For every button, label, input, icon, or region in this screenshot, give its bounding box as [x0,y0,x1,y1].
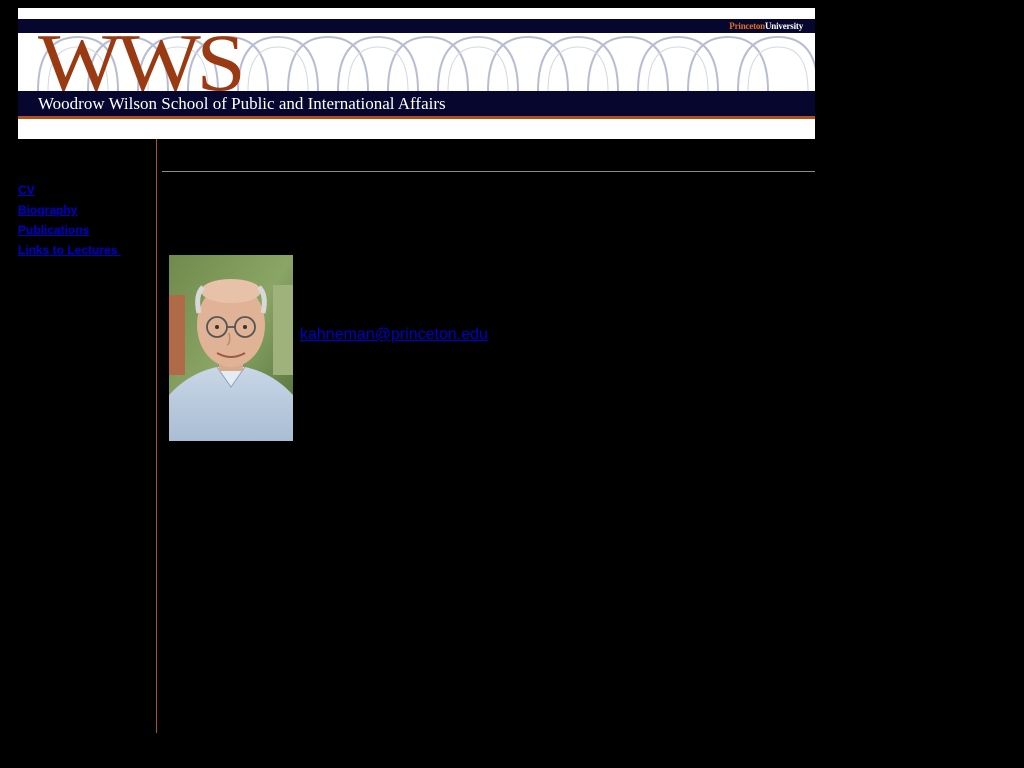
wordmark-university: University [765,21,803,31]
sidebar-item-cv[interactable]: CV [18,180,153,200]
princeton-university-wordmark[interactable]: PrincetonUniversity [729,19,803,33]
page: PrincetonUniversity WWS Woodrow Wilson S… [0,0,1024,768]
sidebar-nav: CV Biography Publications Links to Lectu… [18,180,153,260]
email-link[interactable]: kahneman@princeton.edu [300,325,488,345]
sidebar-item-biography[interactable]: Biography [18,200,153,220]
header-banner: PrincetonUniversity WWS Woodrow Wilson S… [18,8,815,139]
banner-rule [18,116,815,119]
sidebar-item-links-to-lectures[interactable]: Links to Lectures [18,240,153,260]
content-rule [162,171,815,172]
portrait-photo [169,255,293,441]
sidebar-divider [156,139,157,733]
school-name-bar: Woodrow Wilson School of Public and Inte… [18,91,815,116]
wordmark-princeton: Princeton [729,21,765,31]
sidebar-item-publications[interactable]: Publications [18,220,153,240]
school-name: Woodrow Wilson School of Public and Inte… [38,94,446,113]
